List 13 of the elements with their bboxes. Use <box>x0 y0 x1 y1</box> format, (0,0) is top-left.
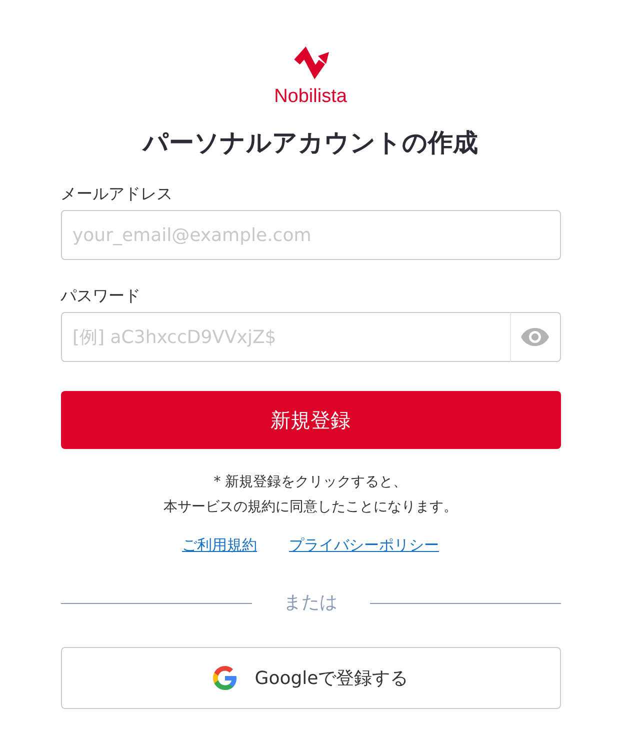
field-label: メールアドレス <box>60 184 172 204</box>
page-title: パーソナルアカウントの作成 <box>141 127 479 159</box>
google-g-icon <box>212 666 237 690</box>
field-label: パスワード <box>60 286 140 306</box>
terms-note: * 新規登録をクリックすると、 本サービスの規約に同意したことになります。 <box>162 473 458 517</box>
register-button[interactable]: 新規登録 <box>60 391 560 449</box>
brand-name: Nobilista <box>274 86 347 108</box>
eye-icon <box>521 328 549 346</box>
google-signup-button[interactable]: Googleで登録する <box>60 647 560 709</box>
policy-link[interactable]: ご利用規約 <box>182 535 257 555</box>
divider-label: または <box>282 591 338 615</box>
show-password-button[interactable] <box>510 312 560 362</box>
policy-link[interactable]: プライバシーポリシー <box>289 535 439 555</box>
